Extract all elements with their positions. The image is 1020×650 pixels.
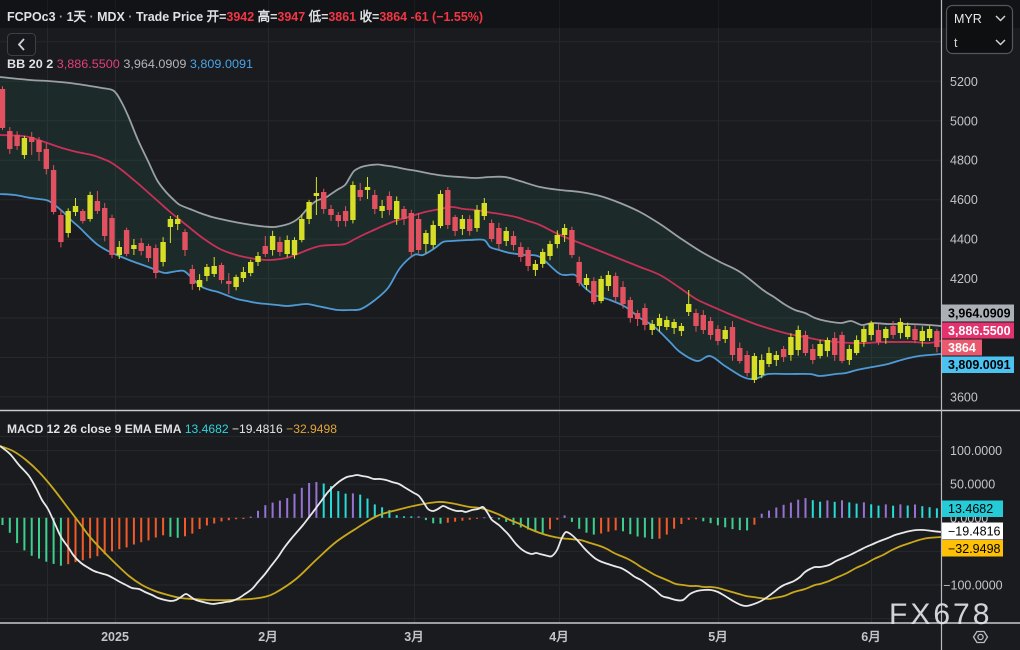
- svg-text:3,964.0909: 3,964.0909: [948, 307, 1011, 321]
- svg-text:5200: 5200: [950, 75, 978, 89]
- svg-text:FCPOc3 · 1天 · MDX · Trade Pric: FCPOc3 · 1天 · MDX · Trade Price 开=3942 高…: [7, 8, 483, 24]
- svg-text:MACD 12 26 close 9 EMA EMA 13: MACD 12 26 close 9 EMA EMA 13.4682 −19.4…: [7, 422, 337, 436]
- svg-text:FX678: FX678: [889, 598, 992, 631]
- svg-text:100.0000: 100.0000: [950, 444, 1002, 458]
- svg-text:13.4682: 13.4682: [948, 502, 993, 516]
- svg-text:5000: 5000: [950, 114, 978, 128]
- svg-text:MYR: MYR: [954, 12, 982, 26]
- svg-text:t: t: [954, 36, 958, 50]
- svg-text:3月: 3月: [404, 630, 423, 644]
- svg-text:6月: 6月: [861, 630, 880, 644]
- svg-text:4400: 4400: [950, 233, 978, 247]
- svg-text:4200: 4200: [950, 272, 978, 286]
- svg-text:4800: 4800: [950, 154, 978, 168]
- svg-text:BB 20 2 3,886.5500 3,964.090: BB 20 2 3,886.5500 3,964.0909 3,809.0091: [7, 57, 253, 71]
- svg-text:50.0000: 50.0000: [950, 478, 995, 492]
- svg-text:−32.9498: −32.9498: [948, 542, 1001, 556]
- svg-text:4600: 4600: [950, 193, 978, 207]
- svg-text:3864: 3864: [948, 341, 976, 355]
- svg-text:−100.0000: −100.0000: [943, 579, 1002, 593]
- svg-text:3600: 3600: [950, 390, 978, 404]
- svg-text:3,809.0091: 3,809.0091: [948, 358, 1011, 372]
- svg-text:2025: 2025: [101, 630, 129, 644]
- svg-text:4月: 4月: [549, 630, 568, 644]
- svg-text:2月: 2月: [258, 630, 277, 644]
- svg-text:3,886.5500: 3,886.5500: [948, 324, 1011, 338]
- svg-text:−19.4816: −19.4816: [948, 525, 1001, 539]
- svg-text:5月: 5月: [708, 630, 727, 644]
